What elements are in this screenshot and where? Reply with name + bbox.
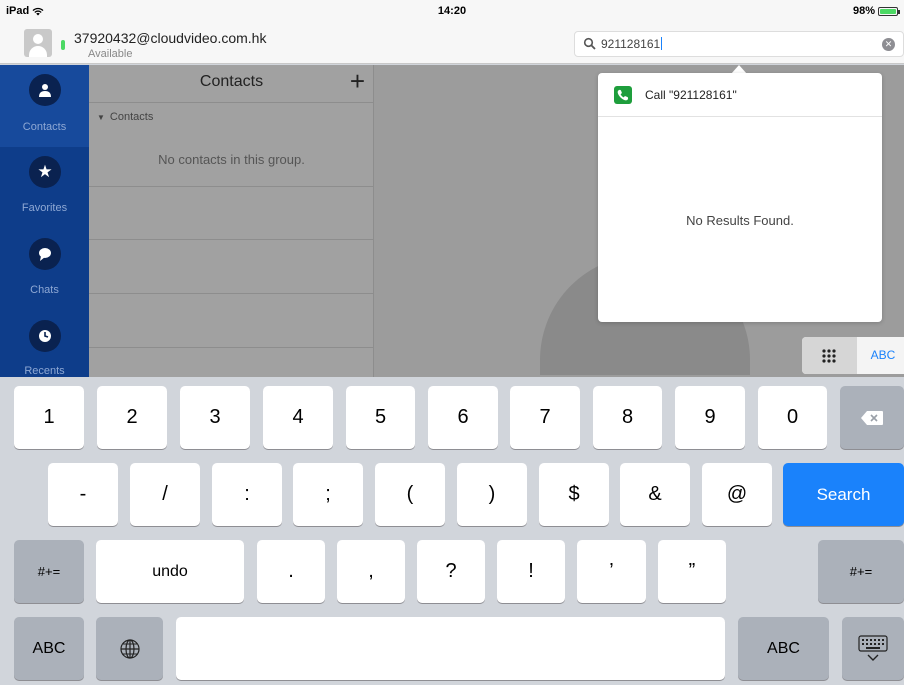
- account-name[interactable]: 37920432@cloudvideo.com.hk: [74, 30, 266, 46]
- clock-icon: [29, 320, 61, 352]
- key-4[interactable]: 4: [263, 386, 333, 449]
- divider: [89, 186, 374, 187]
- abc-key-right[interactable]: ABC: [738, 617, 829, 680]
- no-results-text: No Results Found.: [686, 213, 794, 228]
- key-colon[interactable]: :: [212, 463, 282, 526]
- key-exclamation[interactable]: !: [497, 540, 565, 603]
- group-header[interactable]: ▼ Contacts: [97, 111, 153, 123]
- key-at[interactable]: @: [702, 463, 772, 526]
- chat-bubble-icon: [29, 238, 61, 270]
- key-open-paren[interactable]: (: [375, 463, 445, 526]
- pane-title: Contacts: [199, 73, 264, 90]
- key-0[interactable]: 0: [758, 386, 827, 449]
- abc-mode-button[interactable]: ABC: [863, 348, 903, 362]
- phone-icon: [614, 86, 632, 104]
- undo-key[interactable]: undo: [96, 540, 244, 603]
- sidebar-item-recents[interactable]: Recents: [0, 311, 89, 377]
- key-apostrophe[interactable]: ’: [577, 540, 646, 603]
- globe-icon: [119, 638, 140, 659]
- sidebar-label: Recents: [24, 365, 65, 377]
- divider: [89, 347, 374, 348]
- search-text: 921128161: [601, 37, 661, 51]
- presence-status[interactable]: Available: [88, 48, 132, 60]
- sidebar: Contacts ★ Favorites Chats Recents: [0, 65, 89, 377]
- abc-key-left[interactable]: ABC: [14, 617, 84, 680]
- more-symbols-key-right[interactable]: #+=: [818, 540, 904, 603]
- key-dollar[interactable]: $: [539, 463, 609, 526]
- delete-icon: [861, 410, 883, 425]
- divider: [89, 102, 374, 103]
- avatar[interactable]: [24, 29, 52, 57]
- clear-search-icon[interactable]: ✕: [882, 38, 895, 51]
- call-label: Call "921128161": [645, 88, 737, 102]
- battery-percent: 98%: [852, 5, 875, 17]
- search-input[interactable]: 921128161 ✕: [574, 31, 904, 57]
- search-icon: [583, 37, 596, 50]
- header-bar: 37920432@cloudvideo.com.hk Available 921…: [0, 22, 904, 64]
- key-5[interactable]: 5: [346, 386, 415, 449]
- more-symbols-key[interactable]: #+=: [14, 540, 84, 603]
- sidebar-label: Favorites: [21, 202, 68, 214]
- presence-indicator-icon: [61, 40, 65, 50]
- sidebar-item-favorites[interactable]: ★ Favorites: [0, 147, 89, 229]
- divider: [89, 293, 374, 294]
- dialpad-mode-button[interactable]: [802, 337, 857, 374]
- key-semicolon[interactable]: ;: [293, 463, 363, 526]
- ipad-screen: iPad 14:20 98% 37920432@cloudvideo.com.h…: [0, 0, 904, 685]
- contacts-pane: Contacts + ▼ Contacts No contacts in this…: [89, 65, 374, 377]
- disclosure-triangle-icon: ▼: [97, 113, 105, 122]
- divider: [89, 239, 374, 240]
- clock: 14:20: [437, 5, 467, 17]
- globe-key[interactable]: [96, 617, 163, 680]
- onscreen-keyboard: 1 2 3 4 5 6 7 8 9 0 - / : ; ( ) $ & @ Se…: [0, 377, 904, 685]
- key-2[interactable]: 2: [97, 386, 167, 449]
- key-9[interactable]: 9: [675, 386, 745, 449]
- input-mode-toggle: ABC: [802, 337, 904, 374]
- key-ampersand[interactable]: &: [620, 463, 690, 526]
- key-6[interactable]: 6: [428, 386, 498, 449]
- key-minus[interactable]: -: [48, 463, 118, 526]
- dialpad-icon: [822, 349, 836, 363]
- key-comma[interactable]: ,: [337, 540, 405, 603]
- status-bar: iPad 14:20 98%: [0, 0, 904, 22]
- key-slash[interactable]: /: [130, 463, 200, 526]
- search-key[interactable]: Search: [783, 463, 904, 526]
- sidebar-label: Chats: [30, 284, 59, 296]
- status-right: 98%: [852, 5, 900, 17]
- empty-group-text: No contacts in this group.: [158, 152, 305, 167]
- call-number-row[interactable]: Call "921128161": [598, 73, 882, 117]
- sidebar-label: Contacts: [22, 121, 67, 133]
- backspace-key[interactable]: [840, 386, 904, 449]
- star-icon: ★: [29, 156, 61, 188]
- battery-icon: [878, 6, 900, 16]
- keyboard-dismiss-icon: [858, 634, 888, 661]
- sidebar-item-contacts[interactable]: Contacts: [0, 65, 89, 147]
- dismiss-keyboard-key[interactable]: [842, 617, 904, 680]
- key-7[interactable]: 7: [510, 386, 580, 449]
- search-value[interactable]: 921128161: [601, 37, 663, 51]
- text-cursor: [661, 37, 663, 50]
- space-key[interactable]: [176, 617, 725, 680]
- key-quote[interactable]: ”: [658, 540, 726, 603]
- add-contact-button[interactable]: +: [350, 66, 365, 97]
- key-question[interactable]: ?: [417, 540, 485, 603]
- search-results-popover: Call "921128161" No Results Found.: [598, 73, 882, 322]
- key-period[interactable]: .: [257, 540, 325, 603]
- person-icon: [29, 74, 61, 106]
- group-name: Contacts: [109, 111, 154, 123]
- sidebar-item-chats[interactable]: Chats: [0, 229, 89, 311]
- key-1[interactable]: 1: [14, 386, 84, 449]
- key-close-paren[interactable]: ): [457, 463, 527, 526]
- key-3[interactable]: 3: [180, 386, 250, 449]
- key-8[interactable]: 8: [593, 386, 662, 449]
